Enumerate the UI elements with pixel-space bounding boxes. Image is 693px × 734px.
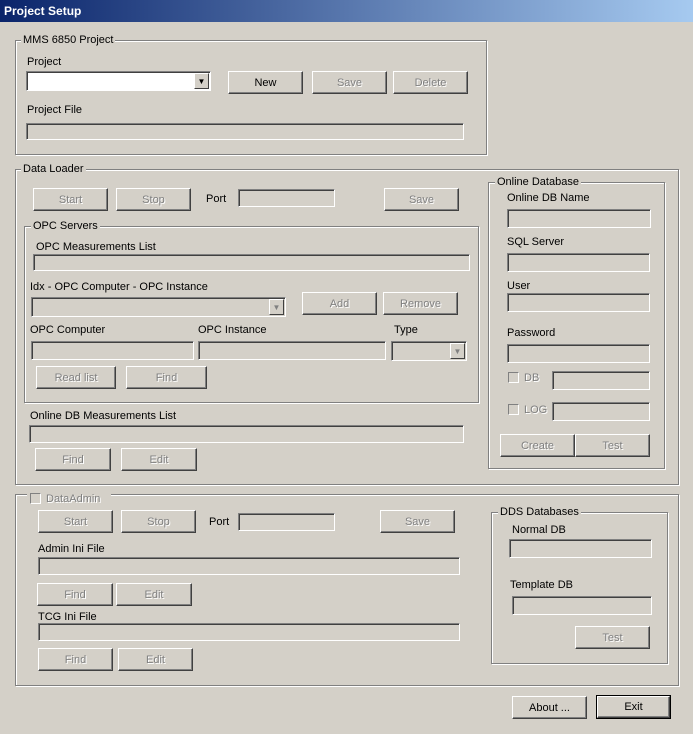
opc-add-button[interactable]: Add — [302, 292, 377, 315]
data-loader-group-label: Data Loader — [21, 163, 86, 175]
log-checkbox-label: LOG — [524, 404, 548, 416]
opc-instance-field[interactable] — [198, 341, 386, 360]
template-db-field[interactable] — [512, 596, 652, 615]
chevron-down-icon[interactable]: ▼ — [450, 343, 465, 359]
opc-servers-group-label: OPC Servers — [31, 220, 100, 232]
opc-computer-field[interactable] — [31, 341, 194, 360]
opc-type-label: Type — [394, 324, 418, 336]
db-field[interactable] — [552, 371, 650, 390]
normal-db-label: Normal DB — [512, 524, 566, 536]
save-project-button[interactable]: Save — [312, 71, 387, 94]
dds-databases-group-label: DDS Databases — [498, 506, 581, 518]
chevron-down-icon[interactable]: ▼ — [194, 73, 209, 89]
window-title: Project Setup — [4, 4, 82, 18]
opc-measurements-list-field[interactable] — [33, 254, 470, 271]
tcg-ini-file-label: TCG Ini File — [38, 611, 97, 623]
online-db-measurements-list-field[interactable] — [29, 425, 464, 443]
data-loader-find-button[interactable]: Find — [35, 448, 111, 471]
exit-button[interactable]: Exit — [596, 695, 671, 719]
opc-instance-combo-label: Idx - OPC Computer - OPC Instance — [30, 281, 208, 293]
data-admin-checkbox-label: DataAdmin — [46, 493, 101, 505]
password-field[interactable] — [507, 344, 650, 363]
project-file-field[interactable] — [26, 123, 464, 140]
data-admin-save-button[interactable]: Save — [380, 510, 455, 533]
data-admin-start-button[interactable]: Start — [38, 510, 113, 533]
data-admin-stop-button[interactable]: Stop — [121, 510, 196, 533]
admin-ini-file-label: Admin Ini File — [38, 543, 105, 555]
online-db-test-button[interactable]: Test — [575, 434, 650, 457]
opc-instance-label: OPC Instance — [198, 324, 267, 336]
opc-instance-combobox[interactable]: ▼ — [31, 297, 286, 317]
admin-ini-file-field[interactable] — [38, 557, 460, 575]
sql-server-label: SQL Server — [507, 236, 565, 248]
data-loader-port-field[interactable] — [238, 189, 335, 207]
db-checkbox[interactable] — [508, 372, 519, 383]
delete-project-button[interactable]: Delete — [393, 71, 468, 94]
chevron-down-icon[interactable]: ▼ — [269, 299, 284, 315]
data-loader-start-button[interactable]: Start — [33, 188, 108, 211]
project-combobox[interactable]: ▼ — [26, 71, 211, 91]
opc-read-list-button[interactable]: Read list — [36, 366, 116, 389]
opc-type-combobox[interactable]: ▼ — [391, 341, 467, 361]
data-admin-checkbox[interactable] — [30, 493, 41, 504]
tcg-ini-find-button[interactable]: Find — [38, 648, 113, 671]
online-db-name-field[interactable] — [507, 209, 651, 228]
data-loader-stop-button[interactable]: Stop — [116, 188, 191, 211]
tcg-ini-file-field[interactable] — [38, 623, 460, 641]
project-label: Project — [27, 56, 62, 68]
new-project-button[interactable]: New — [228, 71, 303, 94]
sql-server-field[interactable] — [507, 253, 650, 272]
about-button[interactable]: About ... — [512, 696, 587, 719]
data-admin-port-field[interactable] — [238, 513, 335, 531]
opc-remove-button[interactable]: Remove — [383, 292, 458, 315]
data-loader-edit-button[interactable]: Edit — [121, 448, 197, 471]
template-db-label: Template DB — [510, 579, 573, 591]
data-loader-save-button[interactable]: Save — [384, 188, 459, 211]
online-database-group-label: Online Database — [495, 176, 581, 188]
mms-project-group-label: MMS 6850 Project — [21, 34, 116, 46]
user-field[interactable] — [507, 293, 650, 312]
admin-ini-edit-button[interactable]: Edit — [116, 583, 192, 606]
opc-computer-label: OPC Computer — [30, 324, 106, 336]
data-admin-port-label: Port — [209, 516, 230, 528]
opc-find-button[interactable]: Find — [126, 366, 207, 389]
password-label: Password — [507, 327, 556, 339]
online-db-name-label: Online DB Name — [507, 192, 590, 204]
dds-test-button[interactable]: Test — [575, 626, 650, 649]
log-field[interactable] — [552, 402, 650, 421]
online-db-measurements-list-label: Online DB Measurements List — [30, 410, 177, 422]
data-loader-port-label: Port — [206, 193, 227, 205]
project-file-label: Project File — [27, 104, 83, 116]
create-button[interactable]: Create — [500, 434, 575, 457]
db-checkbox-label: DB — [524, 372, 540, 384]
user-label: User — [507, 280, 531, 292]
admin-ini-find-button[interactable]: Find — [37, 583, 113, 606]
normal-db-field[interactable] — [509, 539, 652, 558]
log-checkbox[interactable] — [508, 404, 519, 415]
opc-measurements-list-label: OPC Measurements List — [36, 241, 156, 253]
title-bar: Project Setup — [0, 0, 693, 22]
tcg-ini-edit-button[interactable]: Edit — [118, 648, 193, 671]
